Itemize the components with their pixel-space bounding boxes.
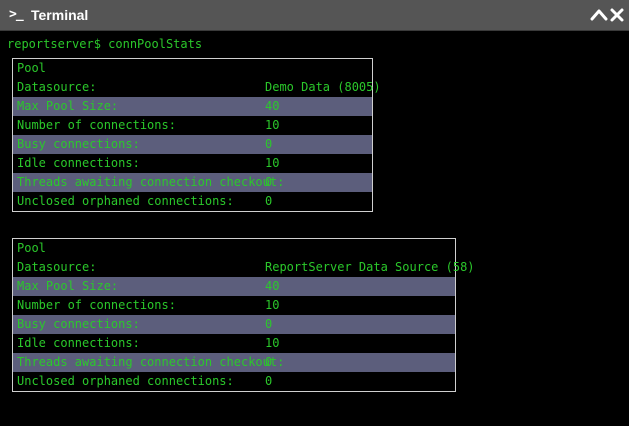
terminal-output[interactable]: reportserver$ connPoolStats Pool Datasou… — [0, 31, 629, 426]
row-value: 10 — [265, 298, 280, 312]
row-key: Max Pool Size: — [17, 279, 119, 293]
scrollbar[interactable] — [622, 31, 629, 426]
title-bar: >_ Terminal — [0, 0, 629, 31]
pool-stats-table: Pool Datasource: ReportServer Data Sourc… — [12, 238, 475, 392]
table-row-max-pool-size: Max Pool Size: 40 — [13, 97, 372, 116]
table-row-idle-connections: Idle connections: 10 — [13, 154, 372, 173]
row-key: Busy connections: — [17, 137, 140, 151]
table-row-max-pool-size: Max Pool Size: 40 — [13, 277, 455, 296]
row-key: Number of connections: — [17, 298, 176, 312]
row-value: Demo Data (8005) — [265, 80, 381, 94]
table-row-busy-connections: Busy connections: 0 — [13, 135, 372, 154]
row-value: 0 — [265, 374, 273, 388]
row-key: Unclosed orphaned connections: — [17, 194, 234, 208]
row-key: Busy connections: — [17, 317, 140, 331]
row-value: 0 — [265, 355, 273, 369]
row-key: Datasource: — [17, 260, 97, 274]
row-key: Max Pool Size: — [17, 99, 119, 113]
row-value: 10 — [265, 118, 280, 132]
row-value: 0 — [265, 175, 273, 189]
row-value: 0 — [265, 194, 273, 208]
row-key: Threads awaiting connection checkout: — [17, 355, 285, 369]
row-key: Threads awaiting connection checkout: — [17, 175, 285, 189]
table-row-number-of-connections: Number of connections: 10 — [13, 296, 455, 315]
table-row-datasource: Datasource: ReportServer Data Source (58… — [13, 258, 475, 277]
terminal-window: >_ Terminal reportserver$ connPoolStats … — [0, 0, 629, 426]
command-prompt-line: reportserver$ connPoolStats — [7, 37, 203, 51]
row-value: ReportServer Data Source (58) — [265, 260, 475, 274]
row-key: Number of connections: — [17, 118, 176, 132]
close-icon[interactable] — [609, 7, 625, 23]
table-row-number-of-connections: Number of connections: 10 — [13, 116, 372, 135]
row-value: 0 — [265, 317, 273, 331]
pool-stats-table: Pool Datasource: Demo Data (8005) Max Po… — [12, 58, 381, 212]
table-row-unclosed-orphaned: Unclosed orphaned connections: 0 — [13, 192, 372, 211]
table-row-threads-awaiting: Threads awaiting connection checkout: 0 — [13, 353, 455, 372]
collapse-chevron-up-icon[interactable] — [590, 7, 608, 23]
row-value: 0 — [265, 137, 273, 151]
table-row-threads-awaiting: Threads awaiting connection checkout: 0 — [13, 173, 372, 192]
table-row-idle-connections: Idle connections: 10 — [13, 334, 455, 353]
row-value: 10 — [265, 336, 280, 350]
window-title: Terminal — [31, 7, 89, 23]
row-key: Idle connections: — [17, 336, 140, 350]
row-value: 40 — [265, 279, 280, 293]
pool-header: Pool — [17, 61, 46, 75]
table-row-unclosed-orphaned: Unclosed orphaned connections: 0 — [13, 372, 455, 391]
row-key: Idle connections: — [17, 156, 140, 170]
pool-header: Pool — [17, 241, 46, 255]
row-value: 40 — [265, 99, 280, 113]
table-row-datasource: Datasource: Demo Data (8005) — [13, 78, 381, 97]
row-key: Datasource: — [17, 80, 97, 94]
table-row-busy-connections: Busy connections: 0 — [13, 315, 455, 334]
row-key: Unclosed orphaned connections: — [17, 374, 234, 388]
row-value: 10 — [265, 156, 280, 170]
terminal-icon: >_ — [9, 7, 24, 22]
